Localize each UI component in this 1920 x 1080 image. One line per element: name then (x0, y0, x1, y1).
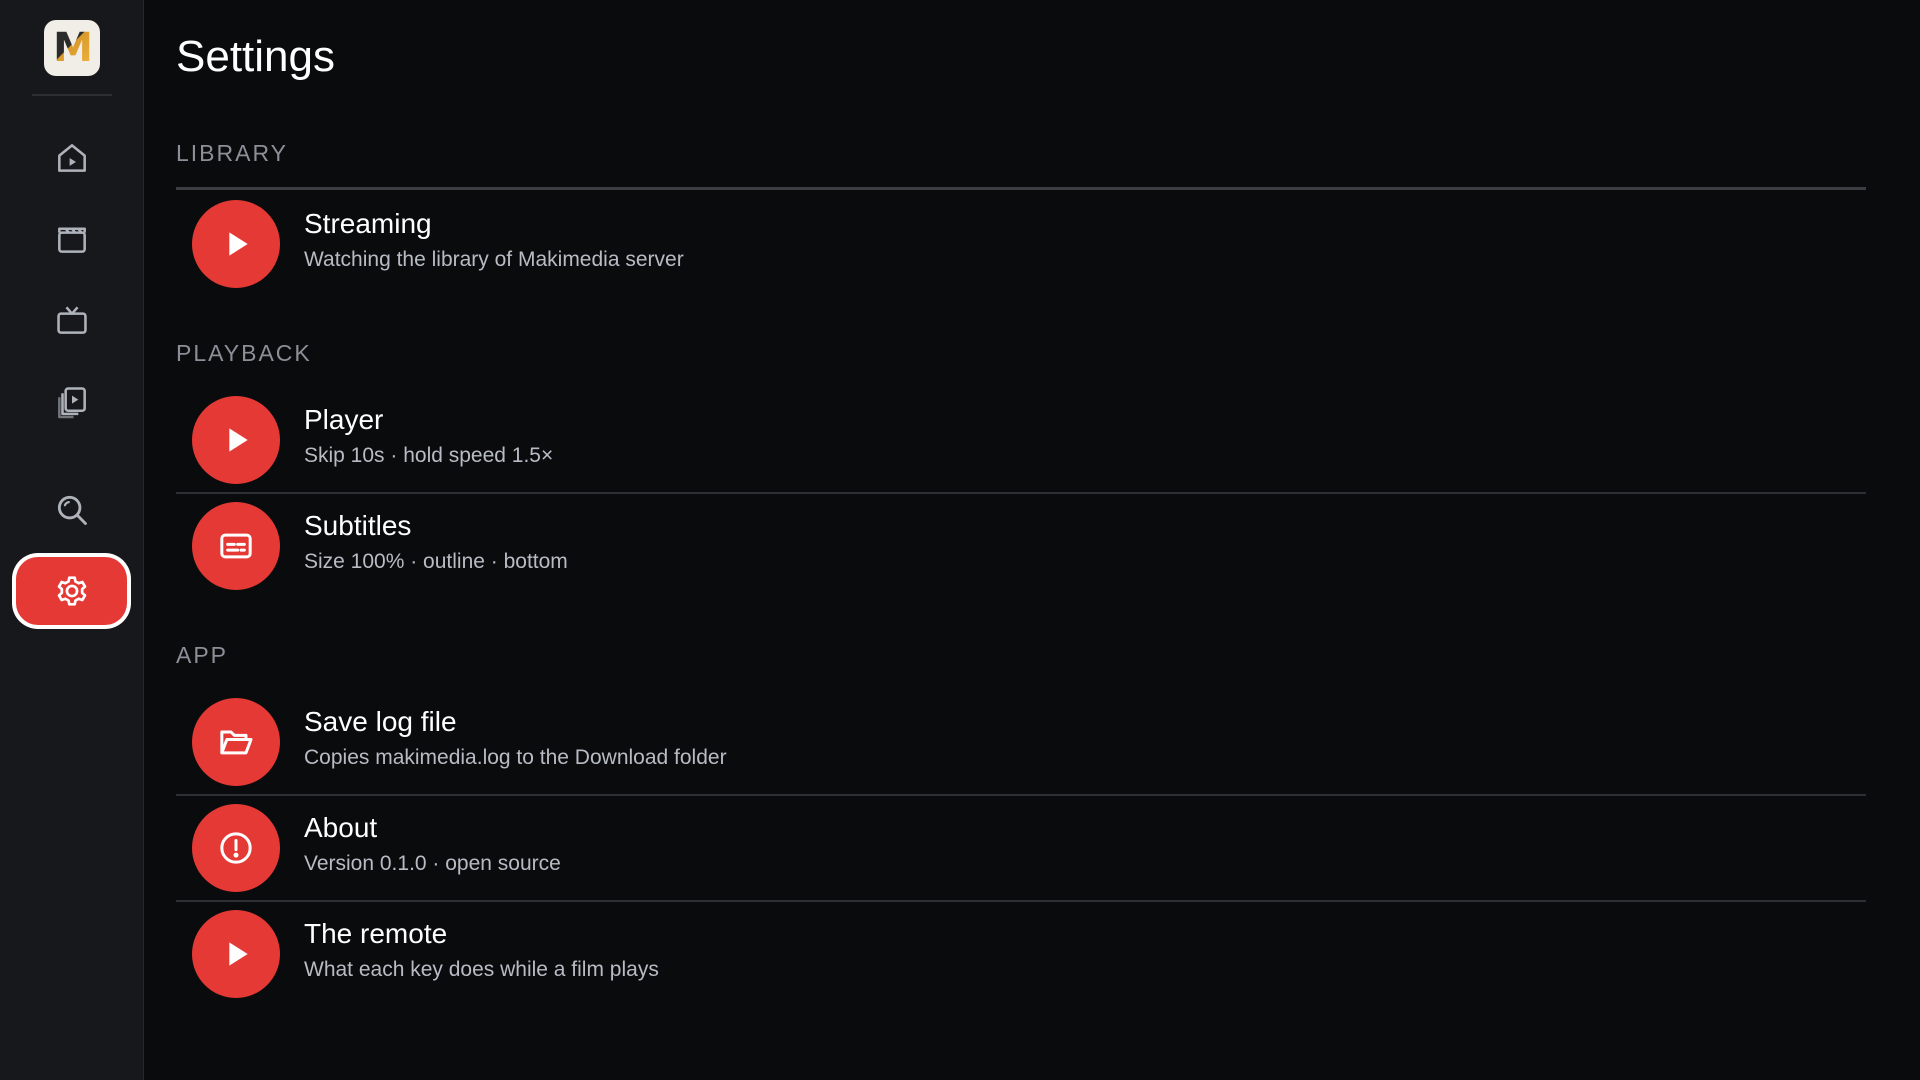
settings-main: Settings LIBRARY Streaming Watching the … (176, 0, 1866, 1080)
clapperboard-icon (57, 227, 86, 253)
sidebar: M (0, 0, 144, 1080)
row-icon-circle (192, 804, 280, 892)
sidebar-item-home[interactable] (16, 123, 127, 193)
row-subtitle: Skip 10s · hold speed 1.5× (304, 444, 554, 467)
row-subtitle: What each key does while a film plays (304, 958, 659, 981)
logo-letter: M (53, 25, 93, 71)
section-label-playback: PLAYBACK (176, 340, 312, 366)
section-divider (176, 187, 1866, 190)
sidebar-item-library[interactable] (16, 367, 127, 437)
row-icon-circle (192, 910, 280, 998)
subtitles-icon (220, 533, 252, 559)
app-logo[interactable]: M (44, 20, 100, 76)
row-icon-circle (192, 200, 280, 288)
row-title: About (304, 812, 378, 843)
home-icon (57, 144, 86, 172)
settings-row-player[interactable]: Player Skip 10s · hold speed 1.5× (176, 388, 1866, 492)
sidebar-item-tv[interactable] (16, 285, 127, 355)
row-title: Streaming (304, 208, 432, 239)
sidebar-item-movies[interactable] (16, 204, 127, 274)
sidebar-divider (32, 94, 112, 96)
page-title: Settings (176, 32, 335, 81)
play-icon (229, 428, 248, 452)
row-icon-circle (192, 396, 280, 484)
settings-row-save-log[interactable]: Save log file Copies makimedia.log to th… (176, 690, 1866, 794)
row-subtitle: Size 100% · outline · bottom (304, 550, 568, 573)
folder-open-icon (220, 730, 253, 755)
row-subtitle: Version 0.1.0 · open source (304, 852, 561, 875)
gear-icon (57, 576, 86, 606)
tv-icon (56, 306, 87, 334)
row-icon-circle (192, 698, 280, 786)
settings-row-subtitles[interactable]: Subtitles Size 100% · outline · bottom (176, 494, 1866, 598)
row-title: The remote (304, 918, 448, 949)
row-title: Subtitles (304, 510, 412, 541)
row-icon-circle (192, 502, 280, 590)
row-title: Player (304, 404, 384, 435)
info-icon (220, 832, 252, 864)
row-title: Save log file (304, 706, 457, 737)
library-icon (57, 387, 86, 419)
settings-row-streaming[interactable]: Streaming Watching the library of Makime… (176, 192, 1866, 296)
settings-row-remote[interactable]: The remote What each key does while a fi… (176, 902, 1866, 1006)
row-subtitle: Copies makimedia.log to the Download fol… (304, 746, 727, 769)
search-icon (57, 495, 87, 525)
section-label-library: LIBRARY (176, 140, 289, 166)
section-label-app: APP (176, 642, 229, 668)
sidebar-item-search[interactable] (16, 475, 127, 545)
play-icon (229, 942, 248, 966)
app-root: M Settings LIBRARY Streaming Watching th… (0, 0, 1920, 1080)
sidebar-item-settings[interactable] (16, 557, 127, 625)
play-icon (229, 232, 248, 256)
row-subtitle: Watching the library of Makimedia server (304, 248, 684, 271)
settings-row-about[interactable]: About Version 0.1.0 · open source (176, 796, 1866, 900)
